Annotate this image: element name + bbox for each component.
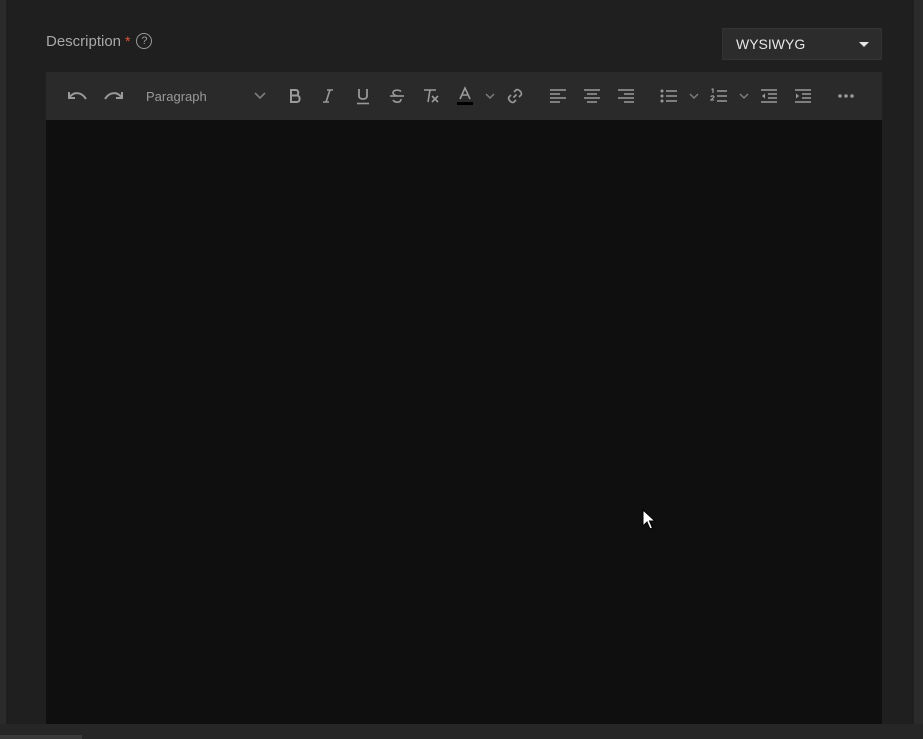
editor-toolbar: Paragraph	[46, 72, 882, 120]
chevron-down-icon	[739, 92, 749, 99]
italic-icon[interactable]	[317, 84, 339, 108]
block-format-value: Paragraph	[146, 88, 207, 104]
bullet-list-icon[interactable]	[658, 84, 680, 108]
bold-icon[interactable]	[284, 84, 306, 108]
indent-icon[interactable]	[792, 84, 814, 108]
bottom-edge	[0, 724, 923, 739]
help-icon[interactable]: ?	[136, 33, 153, 49]
description-label: Description * ?	[46, 31, 153, 51]
editor-mode-select[interactable]: WYSIWYG	[722, 28, 882, 60]
more-icon[interactable]	[835, 84, 857, 108]
chevron-down-icon	[254, 92, 266, 100]
underline-icon[interactable]	[352, 84, 374, 108]
undo-icon[interactable]	[66, 84, 90, 108]
chevron-down-icon	[689, 92, 699, 99]
link-icon[interactable]	[504, 84, 526, 108]
numbered-list-dropdown[interactable]	[737, 84, 751, 108]
editor-content-area[interactable]	[46, 120, 882, 724]
chevron-down-icon	[485, 92, 495, 99]
bullet-list-dropdown[interactable]	[687, 84, 701, 108]
numbered-list-icon[interactable]	[708, 84, 730, 108]
clear-formatting-icon[interactable]	[420, 84, 442, 108]
redo-icon[interactable]	[101, 84, 125, 108]
bottom-tab[interactable]	[0, 735, 82, 739]
required-marker: *	[125, 33, 131, 49]
text-color-dropdown[interactable]	[483, 84, 497, 108]
text-color-icon[interactable]	[454, 84, 476, 108]
align-left-icon[interactable]	[547, 84, 569, 108]
scroll-track[interactable]	[914, 0, 923, 739]
align-center-icon[interactable]	[581, 84, 603, 108]
description-label-text: Description	[46, 32, 122, 50]
block-format-select[interactable]: Paragraph	[146, 84, 266, 108]
align-right-icon[interactable]	[615, 84, 637, 108]
editor-mode-value: WYSIWYG	[736, 36, 806, 52]
mouse-pointer-icon	[642, 508, 657, 536]
strikethrough-icon[interactable]	[386, 84, 408, 108]
outdent-icon[interactable]	[758, 84, 780, 108]
caret-down-icon	[859, 41, 869, 47]
